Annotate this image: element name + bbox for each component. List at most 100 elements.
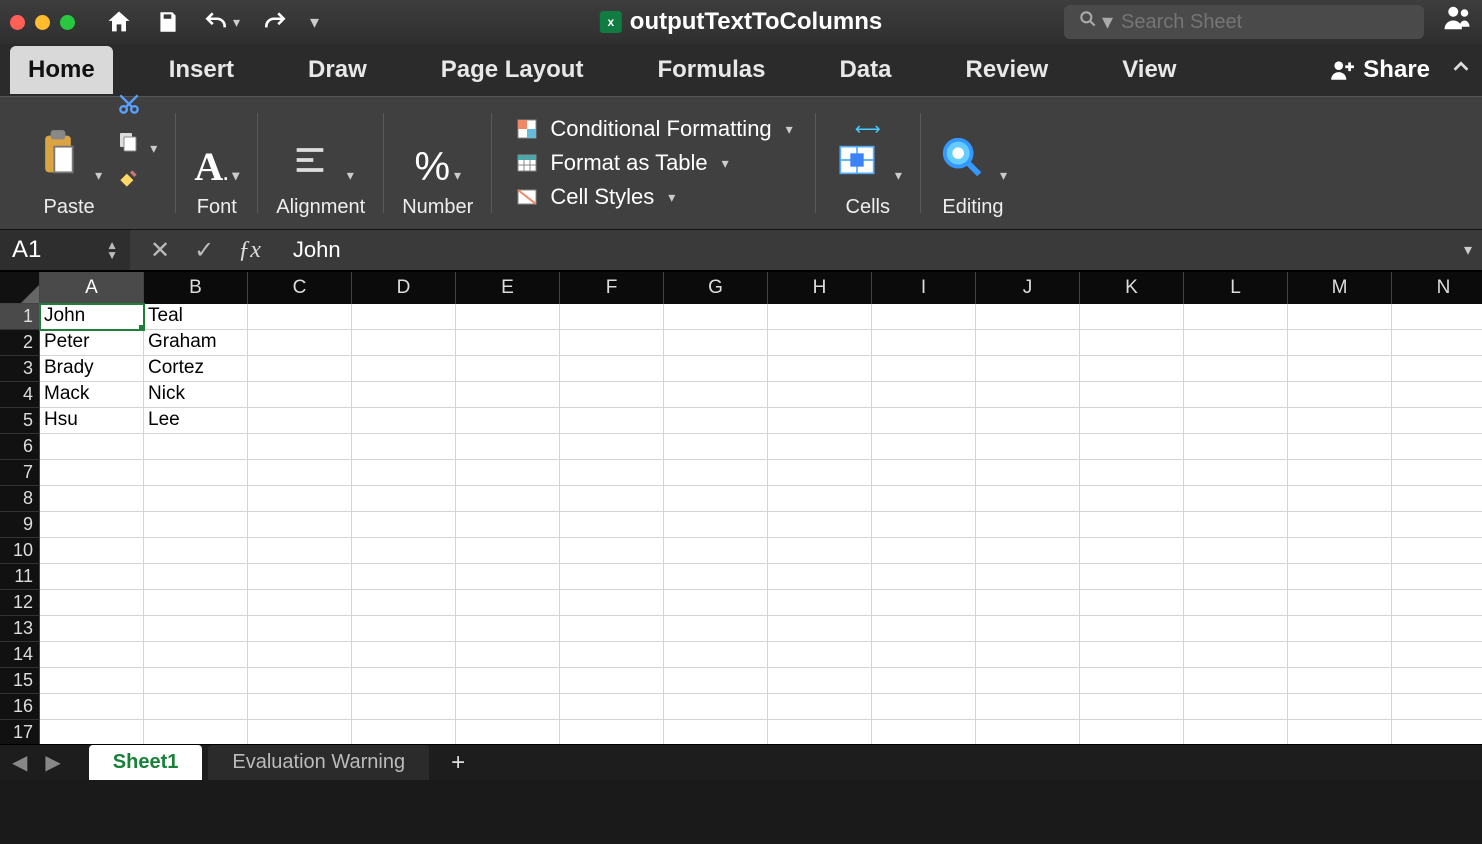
- format-as-table-button[interactable]: Format as Table▾: [514, 150, 728, 176]
- cell[interactable]: John: [40, 304, 144, 330]
- cell[interactable]: [872, 304, 976, 330]
- cell[interactable]: [768, 512, 872, 538]
- cell[interactable]: [976, 694, 1080, 720]
- cell[interactable]: [664, 330, 768, 356]
- cell[interactable]: [1184, 304, 1288, 330]
- cell[interactable]: [352, 356, 456, 382]
- cell[interactable]: [248, 512, 352, 538]
- cell[interactable]: [976, 460, 1080, 486]
- cell[interactable]: [560, 616, 664, 642]
- cell[interactable]: [560, 642, 664, 668]
- cell[interactable]: [248, 408, 352, 434]
- cell[interactable]: [456, 486, 560, 512]
- cell[interactable]: [1184, 330, 1288, 356]
- cell[interactable]: [352, 382, 456, 408]
- tab-view[interactable]: View: [1104, 46, 1194, 94]
- row-header[interactable]: 15: [0, 668, 40, 694]
- cell[interactable]: Lee: [144, 408, 248, 434]
- cell[interactable]: [352, 486, 456, 512]
- cell[interactable]: [768, 408, 872, 434]
- cell[interactable]: [40, 564, 144, 590]
- cell[interactable]: [1392, 538, 1482, 564]
- cell[interactable]: [560, 538, 664, 564]
- cell[interactable]: [144, 434, 248, 460]
- cell[interactable]: [1184, 512, 1288, 538]
- cell[interactable]: Cortez: [144, 356, 248, 382]
- cell[interactable]: [976, 304, 1080, 330]
- cell[interactable]: [248, 720, 352, 746]
- cell[interactable]: [1080, 486, 1184, 512]
- cell[interactable]: [560, 382, 664, 408]
- cell[interactable]: [456, 616, 560, 642]
- format-painter-button[interactable]: [116, 165, 157, 197]
- cell[interactable]: [1392, 564, 1482, 590]
- column-header[interactable]: M: [1288, 272, 1392, 304]
- row-header[interactable]: 7: [0, 460, 40, 486]
- cell[interactable]: [664, 564, 768, 590]
- cell[interactable]: [144, 460, 248, 486]
- cell[interactable]: [768, 720, 872, 746]
- cell[interactable]: Peter: [40, 330, 144, 356]
- cell[interactable]: [1392, 668, 1482, 694]
- cell[interactable]: [976, 408, 1080, 434]
- search-box[interactable]: ▾: [1064, 5, 1424, 39]
- sheet-tab-other[interactable]: Evaluation Warning: [208, 745, 429, 780]
- search-dropdown-icon[interactable]: ▾: [1102, 9, 1113, 35]
- cell[interactable]: [1288, 434, 1392, 460]
- cells-button[interactable]: [834, 140, 902, 190]
- column-header[interactable]: B: [144, 272, 248, 304]
- cell[interactable]: [248, 642, 352, 668]
- search-input[interactable]: [1121, 11, 1410, 34]
- row-header[interactable]: 9: [0, 512, 40, 538]
- cell[interactable]: [1288, 616, 1392, 642]
- cell[interactable]: [248, 538, 352, 564]
- cell[interactable]: [1184, 382, 1288, 408]
- cell[interactable]: [456, 512, 560, 538]
- cell[interactable]: [560, 590, 664, 616]
- cell[interactable]: [1288, 668, 1392, 694]
- cell[interactable]: [768, 668, 872, 694]
- cell[interactable]: [976, 616, 1080, 642]
- cell[interactable]: [560, 434, 664, 460]
- redo-button[interactable]: [262, 9, 288, 35]
- cell[interactable]: [1288, 590, 1392, 616]
- accept-formula-button[interactable]: ✓: [194, 236, 214, 265]
- cell[interactable]: Hsu: [40, 408, 144, 434]
- cell[interactable]: [1288, 538, 1392, 564]
- expand-formula-bar-button[interactable]: ▾: [1454, 240, 1482, 260]
- cell[interactable]: [248, 330, 352, 356]
- cell[interactable]: [664, 694, 768, 720]
- column-header[interactable]: K: [1080, 272, 1184, 304]
- cell[interactable]: [872, 616, 976, 642]
- cell[interactable]: [1288, 460, 1392, 486]
- cell[interactable]: [872, 668, 976, 694]
- cell[interactable]: [664, 590, 768, 616]
- cell[interactable]: [872, 538, 976, 564]
- cell[interactable]: [976, 720, 1080, 746]
- tab-page-layout[interactable]: Page Layout: [423, 46, 602, 94]
- row-header[interactable]: 5: [0, 408, 40, 434]
- cell[interactable]: [1288, 512, 1392, 538]
- cell[interactable]: [352, 564, 456, 590]
- maximize-window-button[interactable]: [60, 15, 75, 30]
- cell[interactable]: [1392, 616, 1482, 642]
- cell[interactable]: [664, 304, 768, 330]
- cell[interactable]: [1080, 382, 1184, 408]
- cell[interactable]: [1080, 538, 1184, 564]
- cell[interactable]: [1288, 564, 1392, 590]
- cell[interactable]: [1080, 408, 1184, 434]
- cell[interactable]: [560, 330, 664, 356]
- cell[interactable]: [560, 512, 664, 538]
- cell[interactable]: [144, 642, 248, 668]
- cell[interactable]: [664, 460, 768, 486]
- cell[interactable]: [1080, 434, 1184, 460]
- cell[interactable]: [976, 512, 1080, 538]
- cell[interactable]: [352, 642, 456, 668]
- cell[interactable]: [1392, 720, 1482, 746]
- fx-icon[interactable]: ƒx: [238, 237, 261, 264]
- account-icon[interactable]: [1442, 3, 1472, 41]
- cell[interactable]: [1288, 356, 1392, 382]
- cell[interactable]: [1392, 486, 1482, 512]
- cell[interactable]: [1184, 720, 1288, 746]
- column-header[interactable]: E: [456, 272, 560, 304]
